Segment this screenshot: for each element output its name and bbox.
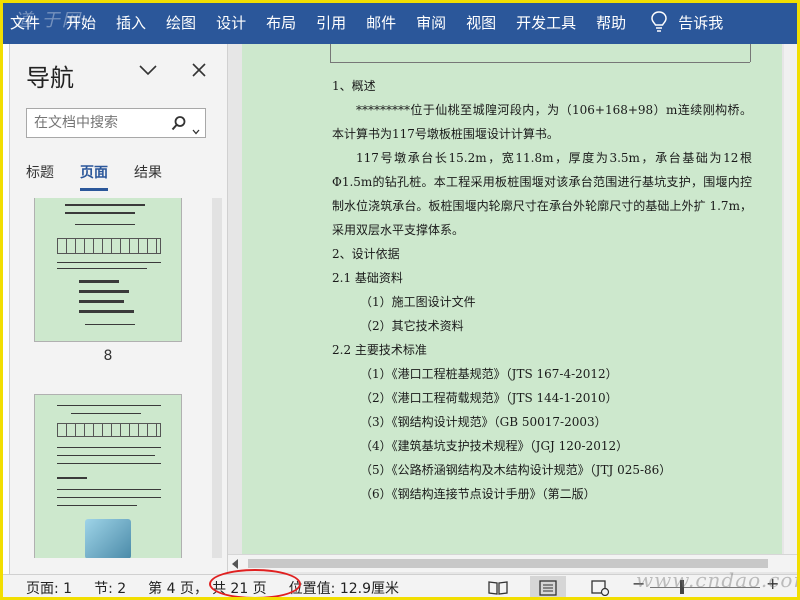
search-input[interactable] <box>27 109 167 137</box>
tab-draw[interactable]: 绘图 <box>166 12 196 33</box>
tab-insert[interactable]: 插入 <box>116 12 146 33</box>
status-position[interactable]: 位置值: 12.9厘米 <box>289 578 399 598</box>
paragraph: 117号墩承台长15.2m，宽11.8m，厚度为3.5m，承台基础为12根Φ1.… <box>332 151 752 237</box>
paragraph: *********位于仙桃至城隍河段内，为（106+168+98）m连续刚构桥。… <box>332 103 752 141</box>
document-canvas: 1、概述 *********位于仙桃至城隍河段内，为（106+168+98）m连… <box>228 44 800 554</box>
thumb-text <box>65 204 145 206</box>
crop-mark <box>750 44 751 62</box>
thumb-image <box>85 519 131 558</box>
list-item: （6）《钢结构连接节点设计手册》（第二版） <box>360 487 596 501</box>
list-item: （1）施工图设计文件 <box>360 295 476 309</box>
web-layout-icon[interactable] <box>590 580 610 597</box>
thumb-text <box>79 310 134 313</box>
chevron-down-icon[interactable] <box>192 120 200 135</box>
status-section[interactable]: 节: 2 <box>94 578 126 598</box>
tab-review[interactable]: 审阅 <box>416 12 446 33</box>
tab-headings[interactable]: 标题 <box>26 162 54 191</box>
tab-references[interactable]: 引用 <box>316 12 346 33</box>
thumb-text <box>57 489 161 490</box>
search-icon[interactable] <box>171 115 187 131</box>
thumb-text <box>65 212 135 214</box>
document-page[interactable]: 1、概述 *********位于仙桃至城隍河段内，为（106+168+98）m连… <box>242 44 782 554</box>
scroll-left-arrow-icon[interactable] <box>232 559 238 569</box>
thumb-text <box>57 447 161 448</box>
thumb-text <box>57 505 137 506</box>
tab-layout[interactable]: 布局 <box>266 12 296 33</box>
vertical-scrollbar[interactable] <box>784 44 800 554</box>
window-edge <box>0 44 10 574</box>
thumb-text <box>57 262 161 263</box>
thumb-text <box>79 280 119 283</box>
heading-design-basis: 2、设计依据 <box>332 247 400 261</box>
close-icon[interactable] <box>190 61 208 79</box>
list-item: （3）《钢结构设计规范》（GB 50017-2003） <box>360 415 607 429</box>
thumb-text <box>57 268 147 269</box>
tell-me-search[interactable]: 告诉我 <box>678 12 723 33</box>
thumb-text <box>57 477 87 479</box>
tab-help[interactable]: 帮助 <box>596 12 626 33</box>
tab-results[interactable]: 结果 <box>134 162 162 191</box>
chevron-down-icon[interactable] <box>138 62 158 78</box>
thumb-text <box>57 455 155 456</box>
scrollbar-thumb[interactable] <box>248 559 768 568</box>
tab-design[interactable]: 设计 <box>216 12 246 33</box>
page-thumbnail[interactable] <box>34 198 182 342</box>
thumb-text <box>79 290 129 293</box>
thumb-table <box>57 238 161 254</box>
thumbnail-page-number: 8 <box>103 348 113 364</box>
tab-pages[interactable]: 页面 <box>80 162 108 191</box>
thumb-text <box>79 300 124 303</box>
thumb-text <box>75 224 135 225</box>
document-body[interactable]: 1、概述 *********位于仙桃至城隍河段内，为（106+168+98）m连… <box>332 74 752 506</box>
read-mode-icon[interactable] <box>488 580 508 596</box>
page-thumbnails: 8 <box>20 198 212 558</box>
status-page-of[interactable]: 第 4 页， <box>148 578 208 598</box>
thumb-text <box>57 405 161 406</box>
nav-search-box[interactable] <box>26 108 206 138</box>
lightbulb-icon[interactable] <box>650 11 668 33</box>
list-item: （5）《公路桥涵钢结构及木结构设计规范》（JTJ 025-86） <box>360 463 672 477</box>
print-layout-icon[interactable] <box>538 580 558 596</box>
list-item: （2）《港口工程荷载规范》（JTS 144-1-2010） <box>360 391 618 405</box>
nav-tabs: 标题 页面 结果 <box>26 162 188 191</box>
nav-scrollbar[interactable] <box>212 198 222 558</box>
thumb-text <box>57 497 161 498</box>
navigation-pane: 导航 标题 页面 结果 8 <box>10 44 228 574</box>
ribbon-menu-bar: 文件 开始 插入 绘图 设计 布局 引用 邮件 审阅 视图 开发工具 帮助 告诉… <box>0 0 800 44</box>
thumb-text <box>71 413 141 414</box>
thumb-table <box>57 423 161 437</box>
crop-mark <box>330 62 750 63</box>
status-page[interactable]: 页面: 1 <box>26 578 72 598</box>
list-item: （1）《港口工程桩基规范》（JTS 167-4-2012） <box>360 367 618 381</box>
thumb-text <box>85 324 135 325</box>
crop-mark <box>330 44 331 62</box>
tab-mailings[interactable]: 邮件 <box>366 12 396 33</box>
list-item: （4）《建筑基坑支护技术规程》（JGJ 120-2012） <box>360 439 629 453</box>
tab-view[interactable]: 视图 <box>466 12 496 33</box>
subheading: 2.2 主要技术标准 <box>332 343 427 357</box>
tab-developer[interactable]: 开发工具 <box>516 12 576 33</box>
highlight-ellipse <box>209 569 301 599</box>
list-item: （2）其它技术资料 <box>360 319 464 333</box>
thumb-text <box>57 463 161 464</box>
heading-overview: 1、概述 <box>332 79 376 93</box>
page-thumbnail[interactable] <box>34 394 182 558</box>
nav-title: 导航 <box>26 64 74 92</box>
subheading: 2.1 基础资料 <box>332 271 403 285</box>
watermark-url: www.cndao.com <box>636 568 800 592</box>
watermark-logo: 道 于网 <box>14 10 82 31</box>
